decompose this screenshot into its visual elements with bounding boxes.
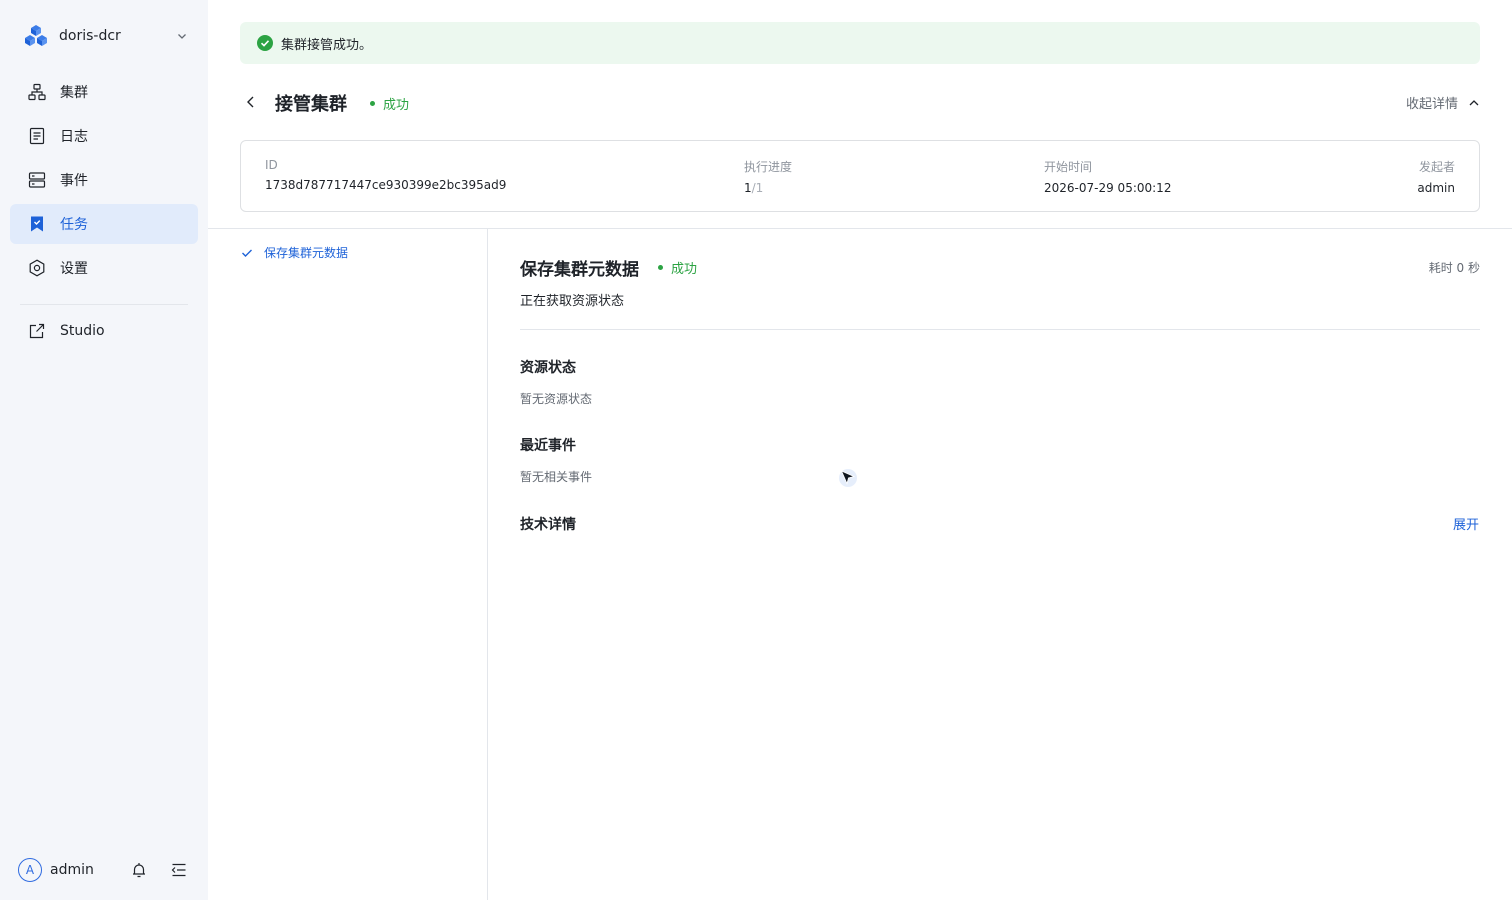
info-id: ID 1738d787717447ce930399e2bc395ad9 — [265, 158, 506, 192]
sidebar-item-label: 日志 — [60, 129, 88, 145]
collapse-sidebar-icon[interactable] — [170, 861, 188, 879]
detail-divider — [520, 329, 1480, 330]
check-circle-icon — [257, 35, 273, 51]
cluster-switcher[interactable]: doris-dcr — [24, 24, 192, 48]
task-info-card: ID 1738d787717447ce930399e2bc395ad9 执行进度… — [240, 140, 1480, 212]
panel-divider — [487, 229, 488, 900]
step-duration: 耗时 0 秒 — [1428, 261, 1480, 275]
chevron-down-icon — [178, 34, 186, 39]
user-name[interactable]: admin — [50, 862, 94, 878]
sidebar-item-label: 集群 — [60, 85, 88, 101]
status-text: 成功 — [671, 262, 698, 277]
info-progress-label: 执行进度 — [744, 160, 793, 174]
mouse-cursor-icon — [839, 469, 857, 487]
info-start-value: 2026-07-29 05:00:12 — [1044, 181, 1172, 195]
collapse-details-button[interactable]: 收起详情 — [1406, 93, 1480, 112]
info-initiator: 发起者 admin — [1417, 158, 1455, 195]
sidebar-footer: A admin — [18, 857, 190, 883]
cubes-logo-icon — [25, 25, 47, 46]
sidebar-item-log[interactable]: 日志 — [10, 116, 198, 156]
sidebar-item-event[interactable]: 事件 — [10, 160, 198, 200]
check-icon — [242, 249, 252, 257]
sidebar-item-label: 任务 — [60, 217, 88, 233]
bookmark-icon — [28, 215, 46, 233]
recent-events-empty: 暂无相关事件 — [520, 470, 593, 484]
status-text: 成功 — [383, 98, 410, 113]
info-progress: 执行进度 1/1 — [744, 158, 792, 195]
progress-done: 1 — [744, 181, 752, 195]
info-start-label: 开始时间 — [1044, 160, 1093, 174]
sidebar: doris-dcr 集群 日志 事件 任务 设置 Studio A admin — [0, 0, 208, 900]
cluster-icon — [28, 83, 46, 101]
gear-icon — [28, 259, 46, 277]
recent-events-heading: 最近事件 — [520, 438, 576, 454]
log-icon — [28, 127, 46, 145]
status-dot — [370, 101, 375, 106]
step-status-badge: 成功 — [658, 258, 697, 277]
back-arrow-icon[interactable] — [244, 95, 258, 109]
progress-total: /1 — [751, 181, 764, 195]
info-id-value: 1738d787717447ce930399e2bc395ad9 — [265, 178, 507, 192]
chevron-up-icon — [1469, 99, 1479, 105]
task-header: 接管集群 成功 收起详情 — [240, 86, 1480, 118]
sidebar-item-task[interactable]: 任务 — [10, 204, 198, 244]
expand-tech-details-button[interactable]: 展开 — [1453, 514, 1479, 533]
sidebar-item-settings[interactable]: 设置 — [10, 248, 198, 288]
status-dot — [658, 265, 663, 270]
page-title: 接管集群 — [275, 94, 347, 115]
step-item[interactable]: 保存集群元数据 — [240, 244, 348, 261]
sidebar-item-studio[interactable]: Studio — [10, 311, 198, 351]
step-subtitle: 正在获取资源状态 — [520, 294, 625, 309]
sidebar-item-cluster[interactable]: 集群 — [10, 72, 198, 112]
resource-status-empty: 暂无资源状态 — [520, 392, 593, 406]
step-label: 保存集群元数据 — [264, 246, 349, 260]
sidebar-item-label: 事件 — [60, 173, 88, 189]
nav-divider — [20, 304, 188, 305]
sidebar-item-label: Studio — [60, 323, 105, 339]
event-icon — [28, 171, 46, 189]
toast-message: 集群接管成功。 — [281, 37, 373, 53]
resource-status-heading: 资源状态 — [520, 360, 576, 376]
collapse-details-label: 收起详情 — [1405, 97, 1458, 112]
step-detail-title: 保存集群元数据 — [520, 260, 639, 280]
info-id-label: ID — [265, 158, 278, 172]
info-initiator-label: 发起者 — [1418, 160, 1455, 174]
info-start-time: 开始时间 2026-07-29 05:00:12 — [1044, 158, 1171, 195]
status-badge: 成功 — [370, 94, 409, 113]
bell-icon[interactable] — [130, 861, 148, 879]
section-divider — [208, 228, 1512, 229]
success-toast: 集群接管成功。 — [240, 22, 1480, 64]
sidebar-item-label: 设置 — [60, 261, 88, 277]
tech-details-heading: 技术详情 — [520, 517, 576, 533]
cluster-name: doris-dcr — [59, 28, 121, 44]
info-initiator-value: admin — [1417, 181, 1455, 195]
avatar[interactable]: A — [18, 858, 42, 882]
info-progress-value: 1/1 — [744, 181, 792, 195]
external-link-icon — [28, 322, 46, 340]
